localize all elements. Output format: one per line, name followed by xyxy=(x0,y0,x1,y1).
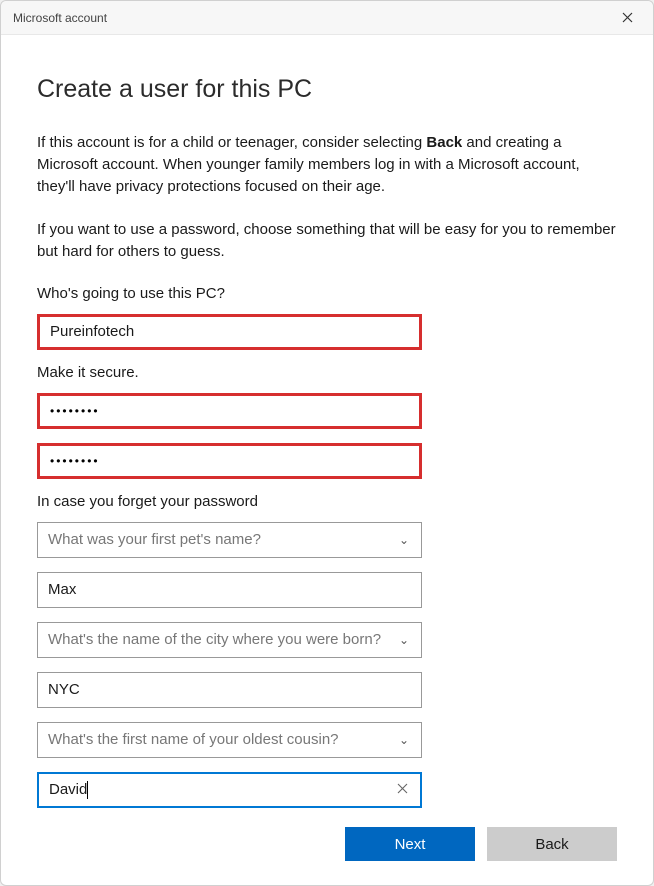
security-answer-2-input[interactable]: NYC xyxy=(37,672,422,708)
dialog-window: Microsoft account Create a user for this… xyxy=(0,0,654,886)
username-input[interactable]: Pureinfotech xyxy=(37,314,422,350)
titlebar: Microsoft account xyxy=(1,1,653,35)
security-question-2-select[interactable]: What's the name of the city where you we… xyxy=(37,622,422,658)
security-question-2-text: What's the name of the city where you we… xyxy=(48,631,381,648)
chevron-down-icon: ⌄ xyxy=(399,633,409,647)
next-button[interactable]: Next xyxy=(345,827,475,861)
description-2: If you want to use a password, choose so… xyxy=(37,219,617,263)
security-answer-3-input[interactable]: David xyxy=(37,772,422,808)
password-confirm-value: •••••••• xyxy=(50,454,100,468)
text-cursor xyxy=(87,781,88,799)
password-confirm-input[interactable]: •••••••• xyxy=(37,443,422,479)
desc1-bold: Back xyxy=(426,134,462,151)
close-icon xyxy=(622,12,633,23)
security-question-3-text: What's the first name of your oldest cou… xyxy=(48,731,339,748)
password-input[interactable]: •••••••• xyxy=(37,393,422,429)
username-label: Who's going to use this PC? xyxy=(37,285,617,302)
close-button[interactable] xyxy=(609,4,645,32)
chevron-down-icon: ⌄ xyxy=(399,533,409,547)
username-value: Pureinfotech xyxy=(50,323,134,340)
security-question-1-text: What was your first pet's name? xyxy=(48,531,261,548)
close-icon xyxy=(397,783,408,794)
security-question-3-select[interactable]: What's the first name of your oldest cou… xyxy=(37,722,422,758)
chevron-down-icon: ⌄ xyxy=(399,733,409,747)
content-area: Create a user for this PC If this accoun… xyxy=(1,35,653,819)
page-heading: Create a user for this PC xyxy=(37,75,617,104)
back-button[interactable]: Back xyxy=(487,827,617,861)
password-value: •••••••• xyxy=(50,404,100,418)
desc1-pre: If this account is for a child or teenag… xyxy=(37,134,426,151)
clear-input-button[interactable] xyxy=(395,781,410,798)
description-1: If this account is for a child or teenag… xyxy=(37,132,617,197)
button-row: Next Back xyxy=(1,819,653,885)
security-question-1-select[interactable]: What was your first pet's name? ⌄ xyxy=(37,522,422,558)
security-questions-label: In case you forget your password xyxy=(37,493,617,510)
security-answer-3-value: David xyxy=(49,781,87,798)
security-answer-1-input[interactable]: Max xyxy=(37,572,422,608)
password-label: Make it secure. xyxy=(37,364,617,381)
security-answer-2-value: NYC xyxy=(48,681,80,698)
security-answer-1-value: Max xyxy=(48,581,76,598)
window-title: Microsoft account xyxy=(13,11,107,25)
